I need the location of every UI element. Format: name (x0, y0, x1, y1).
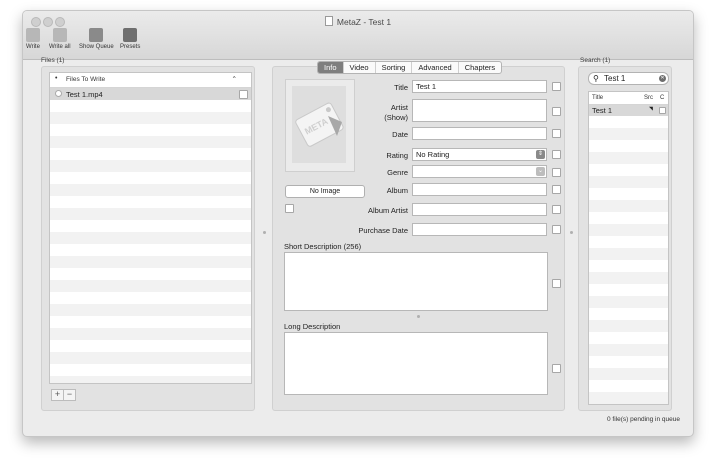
write-all-label: Write all (49, 44, 71, 50)
chevron-down-icon: ⌄ (536, 167, 545, 176)
date-label: Date (392, 130, 408, 139)
date-field[interactable] (412, 127, 547, 140)
long-description-label: Long Description (284, 322, 341, 331)
window-title-area: MetaZ - Test 1 (23, 16, 693, 27)
queue-status: 0 file(s) pending in queue (607, 416, 680, 423)
tab-bar: Info Video Sorting Advanced Chapters (317, 61, 503, 74)
genre-checkbox[interactable] (552, 168, 561, 177)
album-artist-label: Album Artist (367, 206, 408, 215)
search-field[interactable]: ⚲ Test 1 ✕ (588, 72, 669, 85)
tab-advanced[interactable]: Advanced (411, 62, 457, 73)
metaz-tag-icon: META (292, 86, 346, 163)
album-field[interactable] (412, 183, 547, 196)
title-checkbox[interactable] (552, 82, 561, 91)
artist-label-line1: Artist (390, 103, 408, 112)
short-description-label: Short Description (256) (284, 242, 362, 251)
purchase-date-field[interactable] (412, 223, 547, 236)
results-column-src[interactable]: Src (644, 95, 653, 101)
presets-label: Presets (120, 44, 141, 50)
album-checkbox[interactable] (552, 185, 561, 194)
long-description-textarea[interactable] (284, 332, 548, 395)
search-result-row[interactable]: Test 1 ◥ (589, 105, 668, 116)
artwork-checkbox[interactable] (285, 204, 294, 213)
split-handle-right[interactable] (570, 231, 573, 234)
queue-icon (89, 28, 104, 42)
stepper-arrows-icon: ⇕ (536, 150, 545, 159)
date-checkbox[interactable] (552, 129, 561, 138)
tab-video[interactable]: Video (342, 62, 375, 73)
short-description-textarea[interactable] (284, 252, 548, 311)
file-checkbox[interactable] (239, 90, 248, 99)
chevron-up-icon[interactable]: ⌃ (232, 75, 237, 83)
source-icon: ◥ (649, 106, 653, 112)
result-title: Test 1 (592, 106, 613, 115)
document-icon (324, 16, 333, 26)
tab-chapters[interactable]: Chapters (457, 62, 501, 73)
write-all-button[interactable]: Write all (49, 28, 71, 50)
genre-combobox[interactable]: ⌄ (412, 165, 547, 178)
search-results-table[interactable]: Title Src C Test 1 ◥ (588, 91, 669, 405)
artist-checkbox[interactable] (552, 107, 561, 116)
metadata-panel: Info Video Sorting Advanced Chapters MET… (272, 61, 565, 411)
genre-label: Genre (387, 168, 408, 177)
tab-sorting[interactable]: Sorting (374, 62, 412, 73)
write-button[interactable]: Write (26, 28, 40, 50)
files-empty-rows (50, 100, 251, 383)
file-name: Test 1.mp4 (66, 90, 103, 99)
result-checkbox[interactable] (659, 107, 666, 114)
artist-field[interactable] (412, 99, 547, 122)
write-label: Write (26, 44, 40, 50)
rating-label: Rating (386, 151, 408, 160)
search-panel: ⚲ Test 1 ✕ Title Src C Test 1 ◥ (578, 66, 672, 411)
tab-info[interactable]: Info (318, 62, 343, 73)
results-column-title[interactable]: Title (592, 95, 603, 101)
window-title: MetaZ - Test 1 (336, 17, 392, 27)
purchase-date-label: Purchase Date (358, 226, 408, 235)
artwork-well[interactable]: META (285, 79, 355, 172)
rating-checkbox[interactable] (552, 150, 561, 159)
results-empty-rows (589, 116, 668, 404)
results-column-c[interactable]: C (660, 95, 664, 101)
write-icon (26, 28, 40, 42)
title-label: Title (394, 83, 408, 92)
file-status-icon (55, 90, 62, 97)
title-field[interactable]: Test 1 (412, 80, 547, 93)
artist-label-line2: (Show) (384, 113, 408, 122)
files-label: Files (1) (41, 57, 65, 64)
rating-value: No Rating (416, 150, 450, 159)
presets-icon (123, 28, 138, 42)
long-description-checkbox[interactable] (552, 364, 561, 373)
album-artist-checkbox[interactable] (552, 205, 561, 214)
split-handle-left[interactable] (263, 231, 266, 234)
search-query: Test 1 (604, 74, 626, 83)
purchase-date-checkbox[interactable] (552, 225, 561, 234)
presets-button[interactable]: Presets (120, 28, 140, 50)
description-split-handle[interactable] (417, 315, 420, 318)
short-description-checkbox[interactable] (552, 279, 561, 288)
files-table[interactable]: • Files To Write ⌃ Test 1.mp4 (49, 72, 252, 384)
clear-search-icon[interactable]: ✕ (659, 75, 666, 82)
app-window: MetaZ - Test 1 Write Write all Show Queu… (22, 10, 694, 437)
show-queue-button[interactable]: Show Queue (79, 28, 114, 50)
titlebar: MetaZ - Test 1 Write Write all Show Queu… (23, 11, 693, 60)
search-icon: ⚲ (593, 74, 599, 83)
files-panel: • Files To Write ⌃ Test 1.mp4 + − (41, 66, 255, 411)
file-row[interactable]: Test 1.mp4 (50, 88, 251, 100)
album-artist-field[interactable] (412, 203, 547, 216)
files-table-header: • Files To Write ⌃ (50, 73, 251, 88)
results-header: Title Src C (589, 92, 668, 105)
album-label: Album (386, 186, 408, 195)
write-all-icon (52, 28, 67, 42)
show-queue-label: Show Queue (79, 44, 114, 50)
sort-dot-icon: • (55, 75, 58, 82)
files-header-label[interactable]: Files To Write (66, 76, 105, 83)
artist-label: Artist (Show) (348, 103, 408, 123)
search-label: Search (1) (580, 57, 611, 64)
rating-select[interactable]: No Rating ⇕ (412, 148, 547, 161)
remove-file-button[interactable]: − (63, 389, 76, 401)
